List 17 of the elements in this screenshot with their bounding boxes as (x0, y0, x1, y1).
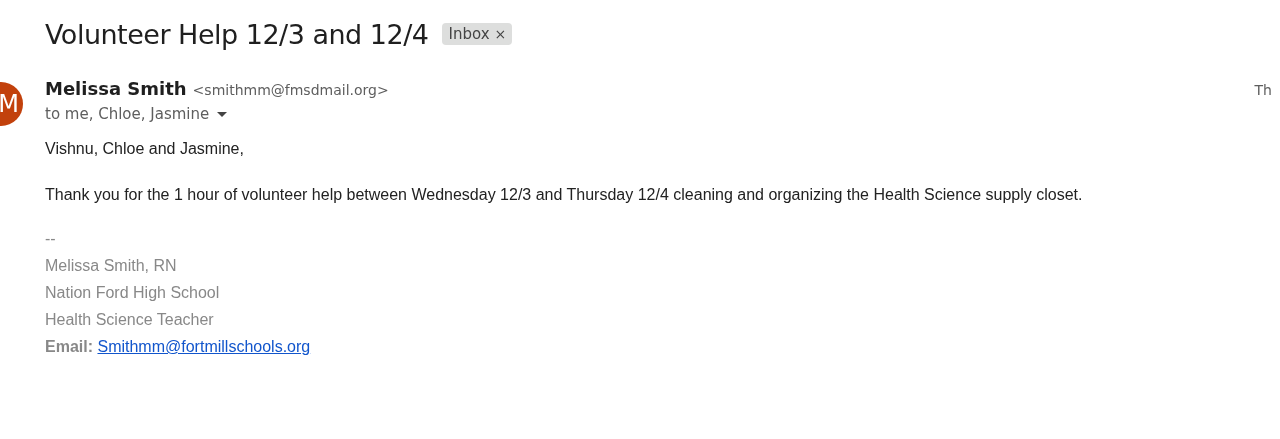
email-subject: Volunteer Help 12/3 and 12/4 (45, 18, 429, 50)
sender-email: <smithmm@fmsdmail.org> (192, 82, 389, 98)
email-date: Th (1254, 82, 1273, 98)
body-paragraph: Vishnu, Chloe and Jasmine, (45, 139, 245, 158)
recipients-text: to me, Chloe, Jasmine (45, 105, 210, 123)
dropdown-caret-icon[interactable] (217, 111, 228, 117)
signature-line: Melissa Smith, RN (45, 256, 178, 276)
sender-name: Melissa Smith (45, 78, 187, 99)
signature-line: Health Science Teacher (45, 310, 215, 330)
remove-label-button[interactable]: × (494, 26, 507, 42)
sender-avatar: M (0, 82, 23, 126)
email-label: Email: (45, 338, 93, 355)
label-text: Inbox (448, 25, 490, 43)
signature-line: Nation Ford High School (45, 283, 221, 303)
signature-separator: -- (45, 229, 57, 249)
email-link[interactable]: Smithmm@fortmillschools.org (97, 338, 311, 355)
body-paragraph: Thank you for the 1 hour of volunteer help between Wednesday 12/3 and Thursday 12/4 cleaning and organizing the Health Science supply closet. (45, 185, 1084, 204)
